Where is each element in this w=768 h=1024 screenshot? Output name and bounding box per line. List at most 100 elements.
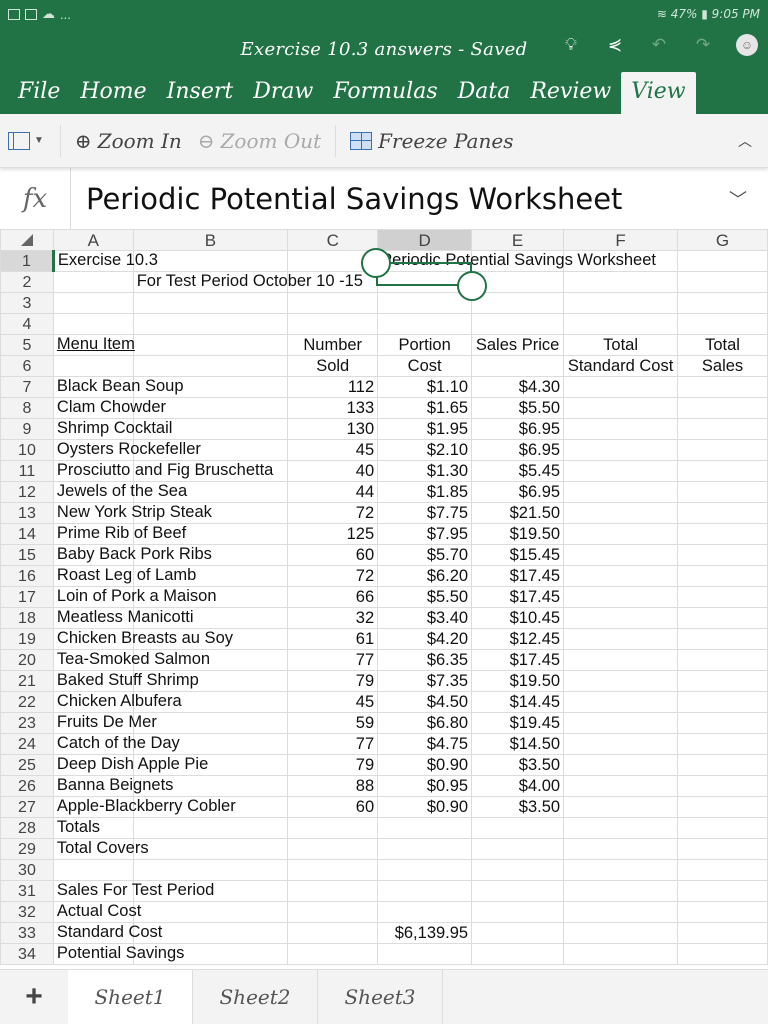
cell-total-standard-cost[interactable] — [563, 523, 679, 545]
cell-menu-item[interactable]: Prime Rib of Beef — [52, 523, 186, 545]
row-header[interactable]: 5 — [0, 334, 54, 356]
cell-a1[interactable]: Exercise 10.3 — [51, 250, 158, 272]
cell-sales-price[interactable]: $19.50 — [471, 523, 565, 545]
row-header[interactable]: 14 — [0, 523, 54, 545]
cell-portion-cost[interactable]: $4.75 — [377, 733, 473, 755]
cell[interactable] — [377, 838, 473, 860]
cell[interactable] — [563, 292, 679, 314]
row-header[interactable]: 3 — [0, 292, 54, 314]
cell[interactable] — [287, 859, 379, 881]
cell-total-standard-cost[interactable] — [563, 691, 679, 713]
cell-sales-price[interactable]: $5.50 — [471, 397, 565, 419]
row-header[interactable]: 33 — [0, 922, 54, 944]
zoom-in-button[interactable]: ⊕ Zoom In — [67, 129, 190, 153]
cell[interactable] — [563, 313, 679, 335]
row-header[interactable]: 30 — [0, 859, 54, 881]
cell-total-standard-cost[interactable] — [563, 754, 679, 776]
cell-menu-item[interactable]: Apple-Blackberry Cobler — [52, 796, 236, 818]
cell[interactable] — [471, 817, 565, 839]
cell-total-sales[interactable] — [677, 607, 768, 629]
cell-number-sold[interactable]: 45 — [287, 439, 379, 461]
row-header[interactable]: 34 — [0, 943, 54, 965]
cell[interactable] — [52, 859, 134, 881]
column-header-g[interactable]: G — [677, 229, 768, 251]
cell[interactable] — [471, 859, 565, 881]
row-header[interactable]: 26 — [0, 775, 54, 797]
tab-formulas[interactable]: Formulas — [323, 72, 447, 114]
cell-sales-price[interactable]: $5.45 — [471, 460, 565, 482]
cell-total-sales[interactable] — [677, 439, 768, 461]
cell-a6[interactable] — [52, 355, 134, 377]
cell-sales-price[interactable]: $17.45 — [471, 649, 565, 671]
cell-portion-cost[interactable]: $0.90 — [377, 754, 473, 776]
collapse-ribbon-icon[interactable]: ︿ — [738, 131, 752, 151]
cell-number-sold[interactable]: 61 — [287, 628, 379, 650]
cell-portion-cost[interactable]: $4.50 — [377, 691, 473, 713]
tab-draw[interactable]: Draw — [243, 72, 323, 114]
cell-a29[interactable]: Total Covers — [52, 838, 149, 860]
cell-total-standard-cost[interactable] — [563, 712, 679, 734]
cell-a2[interactable] — [52, 271, 134, 293]
cell-b5[interactable] — [132, 334, 289, 356]
tab-insert[interactable]: Insert — [157, 72, 244, 114]
cell-d6[interactable]: Cost — [377, 355, 473, 377]
column-header-b[interactable]: B — [132, 229, 289, 251]
row-header[interactable]: 29 — [0, 838, 54, 860]
tab-review[interactable]: Review — [520, 72, 621, 114]
cell-menu-item[interactable]: Clam Chowder — [52, 397, 166, 419]
cell-menu-item[interactable]: Jewels of the Sea — [52, 481, 187, 503]
cell[interactable] — [377, 313, 473, 335]
cell-f2[interactable] — [563, 271, 679, 293]
cell-total-standard-cost[interactable] — [563, 565, 679, 587]
cell-a31[interactable]: Sales For Test Period — [52, 880, 214, 902]
cell[interactable] — [471, 838, 565, 860]
cell-portion-cost[interactable]: $4.20 — [377, 628, 473, 650]
cell[interactable] — [677, 817, 768, 839]
cell-number-sold[interactable]: 88 — [287, 775, 379, 797]
column-header-d[interactable]: D — [377, 229, 473, 251]
cell-menu-item[interactable]: Shrimp Cocktail — [52, 418, 172, 440]
cell-sales-price[interactable]: $17.45 — [471, 565, 565, 587]
cell-number-sold[interactable]: 130 — [287, 418, 379, 440]
cell-portion-cost[interactable]: $1.30 — [377, 460, 473, 482]
cell-portion-cost[interactable]: $1.10 — [377, 376, 473, 398]
cell-number-sold[interactable]: 77 — [287, 649, 379, 671]
cell-portion-cost[interactable]: $6.35 — [377, 649, 473, 671]
cell-sales-price[interactable]: $14.45 — [471, 691, 565, 713]
cell[interactable] — [677, 838, 768, 860]
cell[interactable] — [52, 292, 134, 314]
cell[interactable] — [132, 313, 289, 335]
tab-data[interactable]: Data — [448, 72, 521, 114]
cell[interactable] — [471, 313, 565, 335]
row-header[interactable]: 24 — [0, 733, 54, 755]
cell-menu-item[interactable]: Baked Stuff Shrimp — [52, 670, 199, 692]
row-header[interactable]: 10 — [0, 439, 54, 461]
cell-total-standard-cost[interactable] — [563, 502, 679, 524]
cell-menu-item[interactable]: Tea-Smoked Salmon — [52, 649, 210, 671]
cell-total-standard-cost[interactable] — [563, 733, 679, 755]
cell-total-sales[interactable] — [677, 544, 768, 566]
cell[interactable] — [563, 817, 679, 839]
cell[interactable] — [377, 901, 473, 923]
cell[interactable] — [677, 943, 768, 965]
cell-menu-item[interactable]: Deep Dish Apple Pie — [52, 754, 208, 776]
cell-portion-cost[interactable]: $1.65 — [377, 397, 473, 419]
cell[interactable] — [132, 817, 289, 839]
cell-sales-price[interactable]: $12.45 — [471, 628, 565, 650]
cell-menu-item[interactable]: Chicken Albufera — [52, 691, 182, 713]
cell-total-sales[interactable] — [677, 775, 768, 797]
cell-g6[interactable]: Sales — [677, 355, 768, 377]
cell-number-sold[interactable]: 66 — [287, 586, 379, 608]
cell-sales-price[interactable]: $4.30 — [471, 376, 565, 398]
cell[interactable] — [677, 859, 768, 881]
chevron-down-icon[interactable]: ▼ — [34, 135, 44, 146]
formula-input[interactable]: Periodic Potential Savings Worksheet — [71, 182, 708, 216]
cell-number-sold[interactable]: 60 — [287, 796, 379, 818]
row-header[interactable]: 23 — [0, 712, 54, 734]
cell[interactable] — [677, 313, 768, 335]
cell[interactable] — [377, 817, 473, 839]
cell[interactable] — [677, 901, 768, 923]
cell-total-standard-cost[interactable] — [563, 376, 679, 398]
cell-sales-price[interactable]: $10.45 — [471, 607, 565, 629]
cell[interactable] — [563, 901, 679, 923]
